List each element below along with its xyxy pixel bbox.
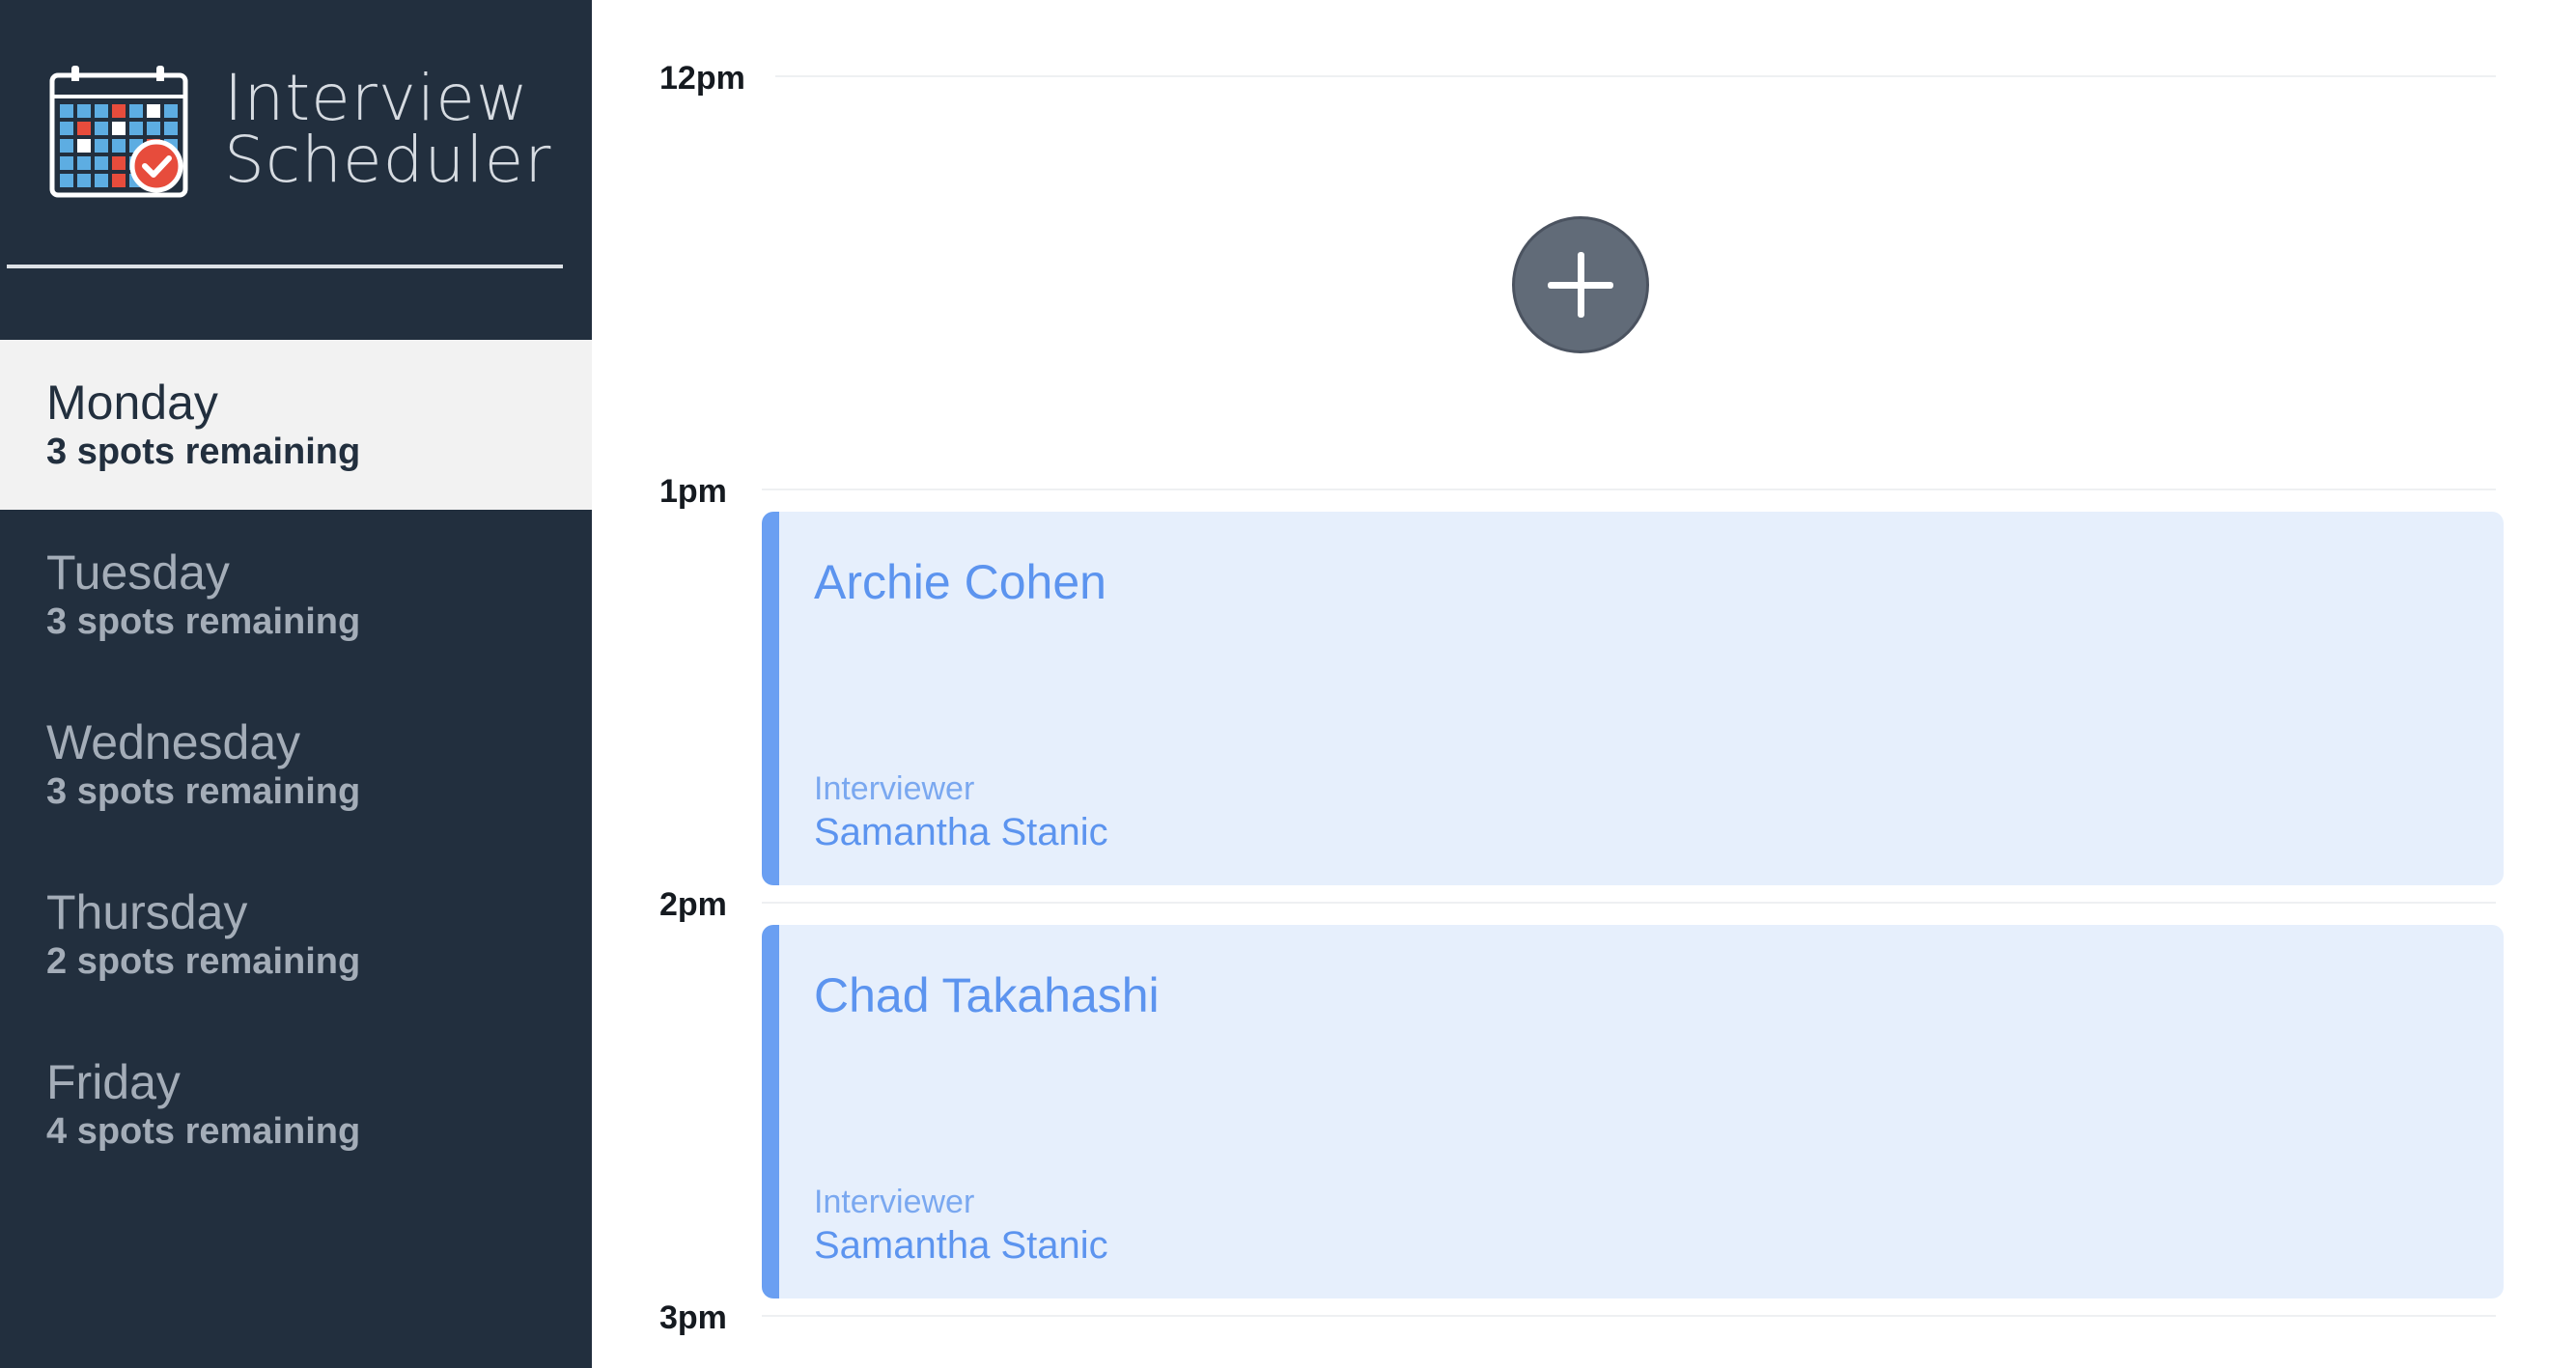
calendar-check-icon	[49, 66, 188, 198]
sidebar-divider	[7, 265, 563, 268]
hour-divider	[775, 75, 2496, 77]
day-name: Thursday	[46, 885, 248, 939]
add-appointment-button[interactable]	[1512, 216, 1649, 353]
hour-divider	[762, 1315, 2496, 1317]
appointment-card[interactable]: Archie Cohen Interviewer Samantha Stanic	[762, 512, 2504, 885]
day-item-wednesday[interactable]: Wednesday 3 spots remaining	[0, 680, 592, 850]
time-label-1pm: 1pm	[659, 473, 727, 510]
app-title: Interview Scheduler	[224, 61, 552, 197]
appointment-interviewer-name: Samantha Stanic	[814, 1224, 1108, 1267]
hour-divider	[762, 489, 2496, 490]
sidebar: Interview Scheduler Monday 3 spots remai…	[0, 0, 592, 1368]
appointment-student: Chad Takahashi	[814, 968, 1160, 1022]
time-label-2pm: 2pm	[659, 886, 727, 923]
day-name: Monday	[46, 376, 218, 430]
day-spots: 4 spots remaining	[46, 1111, 361, 1152]
app-title-line2: Scheduler	[224, 123, 552, 197]
schedule: 12pm 1pm Archie Cohen Interviewer Samant…	[592, 0, 2576, 1368]
appointment-interviewer-label: Interviewer	[814, 770, 975, 807]
day-spots: 2 spots remaining	[46, 941, 361, 982]
day-item-monday[interactable]: Monday 3 spots remaining	[0, 340, 592, 510]
day-name: Friday	[46, 1055, 181, 1109]
hour-divider	[762, 902, 2496, 904]
day-item-tuesday[interactable]: Tuesday 3 spots remaining	[0, 510, 592, 680]
appointment-student: Archie Cohen	[814, 555, 1106, 609]
brand: Interview Scheduler	[48, 64, 550, 209]
day-item-friday[interactable]: Friday 4 spots remaining	[0, 1019, 592, 1189]
appointment-interviewer-name: Samantha Stanic	[814, 811, 1108, 853]
day-item-thursday[interactable]: Thursday 2 spots remaining	[0, 850, 592, 1019]
time-label-12pm: 12pm	[659, 60, 745, 97]
appointment-card[interactable]: Chad Takahashi Interviewer Samantha Stan…	[762, 925, 2504, 1298]
day-name: Tuesday	[46, 545, 230, 600]
day-spots: 3 spots remaining	[46, 601, 361, 642]
app-title-line1: Interview	[224, 61, 529, 135]
day-spots: 3 spots remaining	[46, 432, 361, 472]
day-name: Wednesday	[46, 715, 301, 769]
time-label-3pm: 3pm	[659, 1299, 727, 1336]
day-list: Monday 3 spots remaining Tuesday 3 spots…	[0, 340, 592, 1189]
day-spots: 3 spots remaining	[46, 771, 361, 812]
appointment-interviewer-label: Interviewer	[814, 1184, 975, 1220]
app-root: Interview Scheduler Monday 3 spots remai…	[0, 0, 2576, 1368]
